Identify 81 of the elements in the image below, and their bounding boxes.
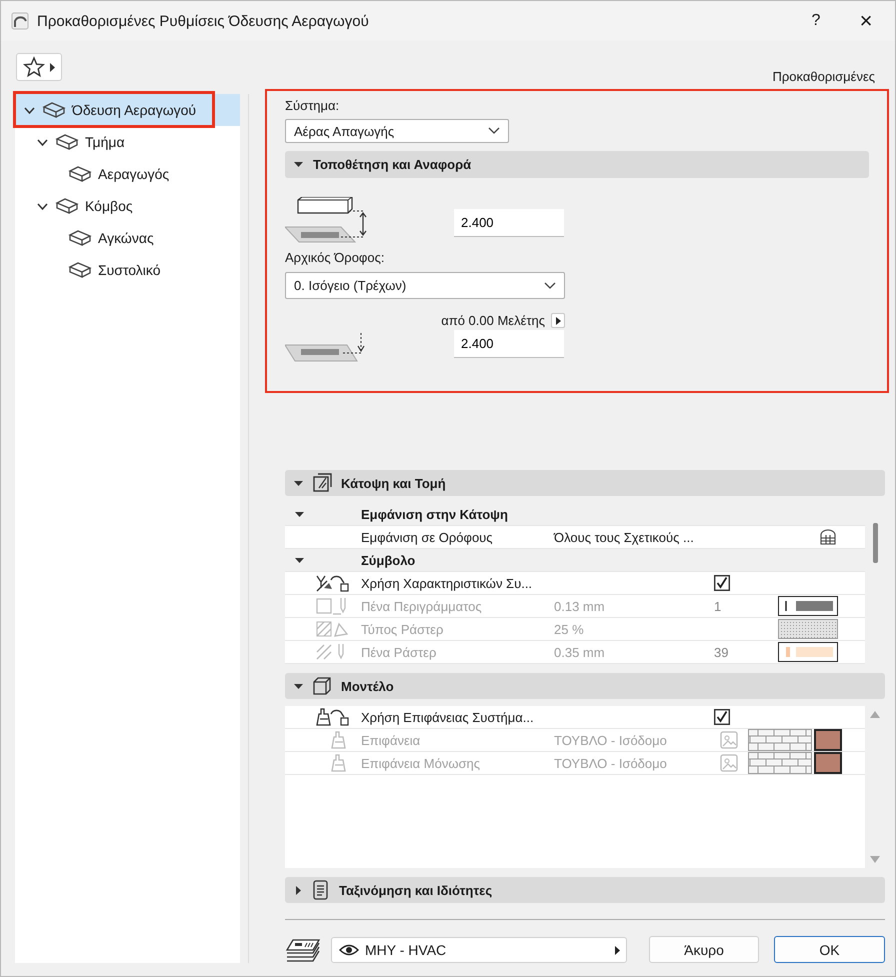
property-label: Χρήση Επιφάνειας Συστήμα... — [361, 710, 535, 724]
tree-item[interactable]: Αγκώνας — [15, 222, 240, 254]
section-header[interactable]: Τοποθέτηση και Αναφορά — [285, 151, 869, 178]
brush-icon — [330, 731, 346, 749]
chevron-icon — [544, 282, 556, 290]
home-story-label: Αρχικός Όροφος: — [285, 249, 386, 267]
property-label: Πένα Ράστερ — [361, 644, 438, 660]
collapse-icon — [294, 160, 303, 169]
group-label: Εμφάνιση στην Κάτοψη — [361, 506, 509, 522]
star-icon — [23, 56, 45, 78]
property-label: Πένα Περιγράμματος — [361, 598, 483, 614]
document-icon — [312, 880, 330, 900]
home-story-dropdown[interactable]: 0. Ισόγειο (Τρέχων) — [285, 272, 565, 299]
duct-icon — [68, 229, 92, 247]
fill-swatch — [778, 619, 838, 639]
duct-icon — [68, 261, 92, 279]
section-header[interactable]: Μοντέλο — [285, 673, 885, 699]
duct-icon — [55, 133, 79, 151]
layer-dropdown[interactable]: ΜΗΥ - HVAC — [331, 936, 627, 962]
property-label: Τύπος Ράστερ — [361, 622, 444, 636]
property-label: Χρήση Χαρακτηριστικών Συ... — [361, 576, 534, 590]
system-dropdown[interactable]: Αέρας Απαγωγής — [285, 119, 509, 143]
favorites-button[interactable] — [16, 53, 62, 81]
collapse-icon[interactable] — [295, 510, 304, 518]
caret-icon — [50, 62, 55, 72]
collapse-icon — [294, 682, 303, 690]
checkbox[interactable] — [714, 575, 730, 591]
system-label: Σύστημα: — [285, 97, 340, 115]
property-value: ΤΟΥΒΛΟ - Ισόδομο — [554, 756, 668, 770]
section-header[interactable]: Κάτοψη και Τομή — [285, 470, 885, 496]
tree-item[interactable]: Κόμβος — [15, 190, 240, 222]
chevron-icon — [488, 127, 500, 135]
tree-item[interactable]: Όδευση Αεραγωγού — [15, 94, 240, 126]
layer-name: ΜΗΥ - HVAC — [365, 942, 446, 958]
property-value: 0.13 mm — [554, 598, 606, 614]
stories-icon — [820, 529, 836, 545]
section-header[interactable]: Ταξινόμηση και Ιδιότητες — [285, 877, 885, 903]
collapse-icon[interactable] — [295, 556, 304, 564]
property-label: Εμφάνιση σε Ορόφους — [361, 530, 494, 544]
property-label: Επιφάνεια — [361, 732, 422, 748]
image-icon — [720, 754, 738, 772]
brush-override-icon — [315, 708, 351, 726]
property-value: Όλους τους Σχετικούς ... — [554, 530, 695, 544]
help-button[interactable]: ? — [791, 12, 841, 30]
cancel-button[interactable]: Άκυρο — [649, 936, 759, 963]
close-button[interactable]: × — [841, 8, 891, 34]
override-icon — [315, 574, 351, 592]
caret-icon — [615, 946, 620, 954]
image-icon — [720, 731, 738, 749]
elevation-field[interactable]: 2.400 — [454, 330, 564, 358]
checkbox[interactable] — [714, 709, 730, 725]
hatch-icon — [315, 620, 351, 638]
duct-icon — [68, 165, 92, 183]
property-value: 0.35 mm — [554, 644, 606, 660]
tree-item[interactable]: Αεραγωγός — [15, 158, 240, 190]
pen-number: 1 — [714, 598, 722, 614]
brush-icon — [330, 754, 346, 772]
collapse-icon — [294, 478, 303, 488]
property-label: Επιφάνεια Μόνωσης — [361, 756, 482, 770]
reference-label: από 0.00 Μελέτης — [441, 313, 545, 328]
cube-icon — [312, 676, 332, 696]
caret-icon — [556, 316, 560, 324]
plan-section-icon — [312, 473, 332, 493]
offset-field[interactable]: 2.400 — [454, 209, 564, 237]
tree-item[interactable]: Τμήμα — [15, 126, 240, 158]
preset-label: Προκαθορισμένες — [772, 69, 875, 84]
scrollbar-thumb[interactable] — [872, 523, 878, 563]
layers-icon — [285, 938, 321, 962]
ok-button[interactable]: OK — [774, 936, 885, 963]
app-icon — [11, 12, 29, 30]
duct-icon — [42, 101, 66, 119]
property-value: ΤΟΥΒΛΟ - Ισόδομο — [554, 732, 668, 748]
reference-button[interactable] — [551, 313, 565, 328]
pen-number: 39 — [714, 644, 728, 660]
eye-icon — [339, 944, 359, 956]
duct-icon — [55, 197, 79, 215]
tree-item[interactable]: Συστολικό — [15, 254, 240, 286]
window-title: Προκαθορισμένες Ρυθμίσεις Όδευσης Αεραγωγού — [37, 12, 370, 30]
property-value: 25 % — [554, 622, 585, 636]
group-label: Σύμβολο — [361, 552, 416, 568]
expand-icon — [294, 886, 303, 894]
